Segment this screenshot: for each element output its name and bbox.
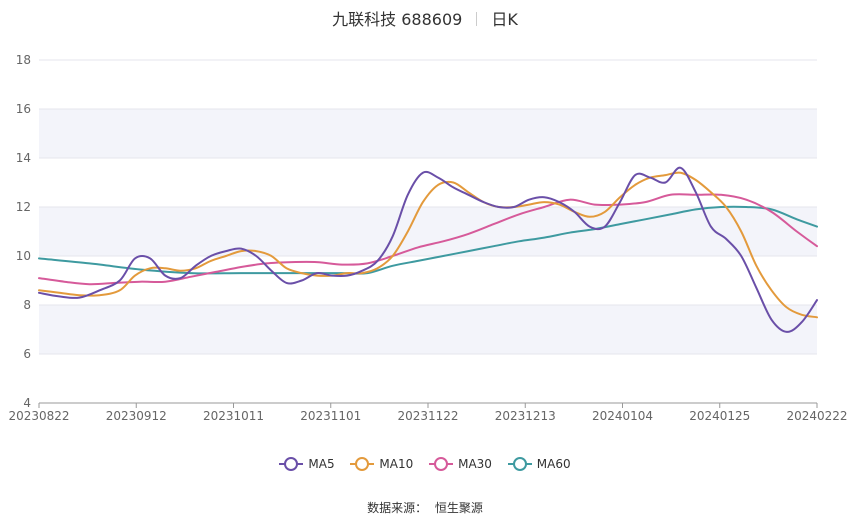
- legend-swatch-ma30: [429, 457, 454, 471]
- legend-item-ma30[interactable]: MA30: [429, 457, 492, 471]
- legend-item-ma5[interactable]: MA5: [279, 457, 335, 471]
- y-tick-label: 14: [16, 151, 31, 165]
- x-tick-label: 20231213: [495, 409, 556, 423]
- legend-item-ma60[interactable]: MA60: [507, 457, 571, 471]
- y-tick-label: 6: [23, 347, 31, 361]
- source-value: 恒生聚源: [434, 501, 483, 515]
- x-tick-label: 20230822: [8, 409, 69, 423]
- y-tick-label: 4: [23, 396, 31, 410]
- y-tick-label: 16: [16, 102, 31, 116]
- x-tick-label: 20231011: [203, 409, 264, 423]
- candlestick-chart: 4 6 8 10 12 14 16 18 20230822 20230912 20231011 202…: [8, 53, 847, 423]
- legend-label-ma5: MA5: [308, 457, 335, 471]
- x-tick-label: 20240104: [592, 409, 653, 423]
- legend-swatch-ma60: [507, 457, 532, 471]
- legend: MA5 MA10 MA30 MA60: [0, 457, 850, 474]
- x-tick-label: 20230912: [106, 409, 167, 423]
- source-label: 数据来源：: [367, 501, 428, 515]
- grid-band: [39, 109, 817, 158]
- legend-label-ma10: MA10: [379, 457, 414, 471]
- x-tick-label: 20240222: [786, 409, 847, 423]
- legend-swatch-ma10: [350, 457, 375, 471]
- grid-band: [39, 207, 817, 256]
- x-tick-label: 20231101: [300, 409, 361, 423]
- y-tick-label: 12: [16, 200, 31, 214]
- data-source: 数据来源： 恒生聚源: [0, 499, 850, 516]
- legend-item-ma10[interactable]: MA10: [350, 457, 413, 471]
- legend-label-ma30: MA30: [458, 457, 492, 471]
- grid-band: [39, 305, 817, 354]
- y-tick-label: 10: [16, 249, 31, 263]
- x-tick-label: 20231122: [397, 409, 458, 423]
- legend-label-ma60: MA60: [536, 457, 571, 471]
- y-tick-label: 8: [23, 298, 31, 312]
- x-tick-label: 20240125: [689, 409, 750, 423]
- y-tick-label: 18: [16, 53, 31, 67]
- legend-swatch-ma5: [279, 457, 304, 471]
